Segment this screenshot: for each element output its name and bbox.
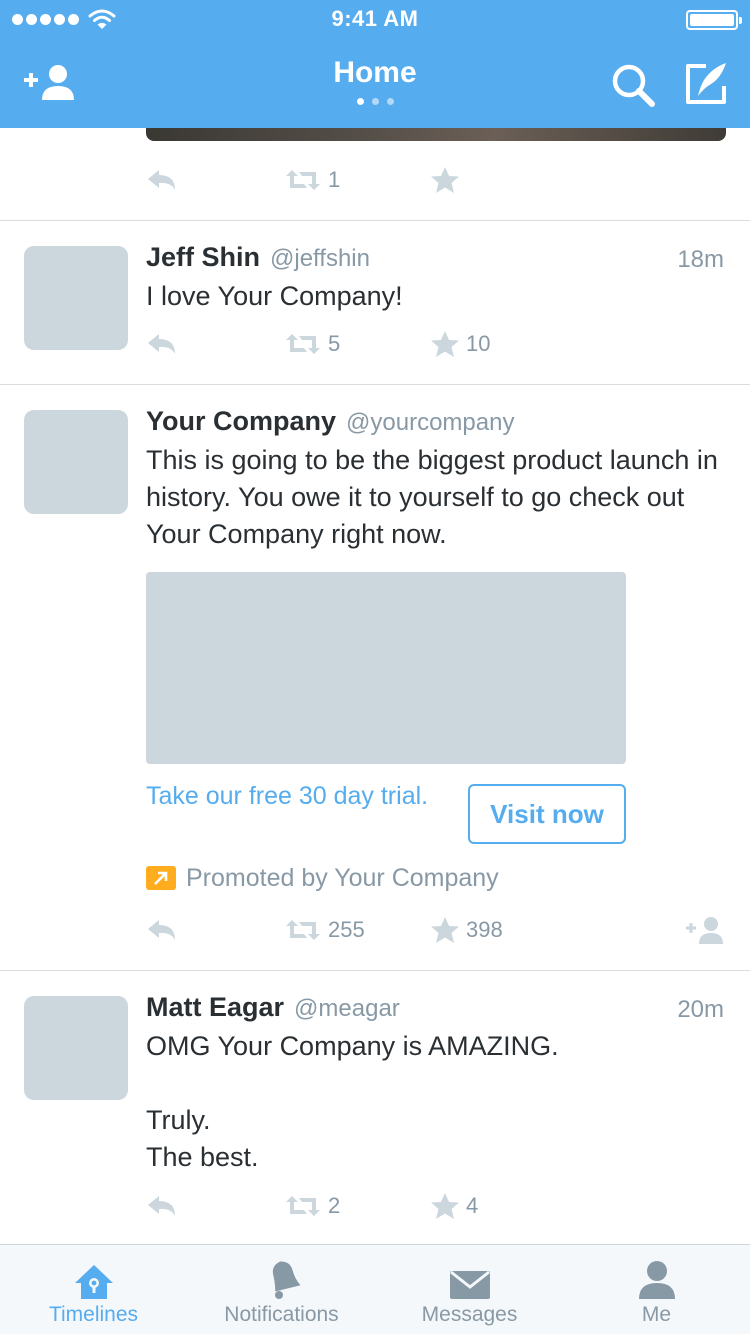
retweet-icon bbox=[286, 920, 320, 940]
card-image[interactable] bbox=[146, 572, 626, 764]
tab-bar: Timelines Notifications Messages Me bbox=[0, 1244, 750, 1334]
tweet-actions: 1 bbox=[146, 163, 726, 197]
search-icon[interactable] bbox=[610, 62, 656, 108]
retweet-icon bbox=[286, 1196, 320, 1216]
divider bbox=[0, 384, 750, 385]
reply-icon bbox=[148, 1196, 175, 1216]
tab-notifications[interactable]: Notifications bbox=[188, 1245, 375, 1334]
page-dot bbox=[386, 98, 394, 105]
favorite-count: 4 bbox=[466, 1193, 479, 1218]
favorite-count: 10 bbox=[466, 331, 491, 356]
status-bar: 9:41 AM bbox=[0, 0, 750, 40]
reply-button[interactable] bbox=[146, 327, 178, 361]
user-name[interactable]: Matt Eagar bbox=[146, 992, 284, 1023]
timeline[interactable]: 1 Jeff Shin @jeffshin 18m I love Your Co… bbox=[0, 128, 750, 1244]
tweet-text: OMG Your Company is AMAZING. Truly. The … bbox=[146, 1031, 559, 1172]
retweet-icon bbox=[286, 170, 320, 190]
divider bbox=[0, 970, 750, 971]
retweet-count: 2 bbox=[328, 1193, 341, 1218]
user-handle[interactable]: @yourcompany bbox=[346, 409, 514, 437]
bell-icon bbox=[272, 1261, 300, 1299]
reply-icon bbox=[148, 170, 175, 190]
star-icon bbox=[431, 167, 459, 193]
retweet-count: 5 bbox=[328, 331, 341, 356]
visit-now-button[interactable]: Visit now bbox=[468, 784, 626, 844]
page-dot bbox=[356, 98, 364, 105]
retweet-button[interactable]: 1 bbox=[284, 163, 340, 197]
navigation-header: 9:41 AM Home bbox=[0, 0, 750, 128]
tab-label: Me bbox=[641, 1303, 672, 1326]
compose-icon[interactable] bbox=[684, 60, 730, 106]
card-cta-text[interactable]: Take our free 30 day trial. bbox=[146, 780, 446, 813]
tab-timelines[interactable]: Timelines bbox=[0, 1245, 187, 1334]
user-handle[interactable]: @jeffshin bbox=[270, 245, 370, 273]
promoted-text: Promoted by Your Company bbox=[186, 863, 499, 892]
favorite-count: 398 bbox=[466, 917, 503, 942]
tab-messages[interactable]: Messages bbox=[376, 1245, 563, 1334]
promoted-arrow-icon bbox=[146, 866, 176, 890]
profile-icon bbox=[638, 1261, 675, 1299]
favorite-button[interactable]: 10 bbox=[430, 327, 490, 361]
tweet-header: Jeff Shin @jeffshin bbox=[146, 242, 370, 276]
tweet-media[interactable] bbox=[146, 128, 726, 141]
reply-icon bbox=[148, 334, 175, 354]
tweet-header: Matt Eagar @meagar bbox=[146, 992, 400, 1026]
tweet-header: Your Company @yourcompany bbox=[146, 406, 514, 440]
follow-button[interactable] bbox=[684, 913, 726, 947]
avatar[interactable] bbox=[24, 410, 128, 514]
retweet-count: 255 bbox=[328, 917, 365, 942]
tweet-text: I love Your Company! bbox=[146, 281, 403, 311]
tab-label: Messages bbox=[421, 1303, 518, 1326]
user-handle[interactable]: @meagar bbox=[294, 995, 400, 1023]
follow-icon bbox=[686, 917, 723, 944]
retweet-button[interactable]: 2 bbox=[284, 1189, 340, 1223]
status-time: 9:41 AM bbox=[331, 6, 419, 31]
star-icon bbox=[431, 917, 459, 943]
tweet-actions: 2 4 bbox=[146, 1189, 726, 1223]
tweet-actions: 255 398 bbox=[146, 913, 726, 947]
favorite-button[interactable]: 398 bbox=[430, 913, 503, 947]
tweet-timestamp: 20m bbox=[677, 996, 724, 1023]
tweet-actions: 5 10 bbox=[146, 327, 726, 361]
page-dot bbox=[371, 98, 379, 105]
tab-label: Notifications bbox=[224, 1303, 339, 1326]
battery-icon bbox=[686, 10, 742, 30]
retweet-button[interactable]: 5 bbox=[284, 327, 340, 361]
reply-button[interactable] bbox=[146, 1189, 178, 1223]
reply-icon bbox=[148, 920, 175, 940]
tweet-timestamp: 18m bbox=[677, 246, 724, 273]
favorite-button[interactable]: 4 bbox=[430, 1189, 478, 1223]
reply-button[interactable] bbox=[146, 913, 178, 947]
avatar[interactable] bbox=[24, 246, 128, 350]
tweet-text: This is going to be the biggest product … bbox=[146, 445, 718, 549]
divider bbox=[0, 220, 750, 221]
favorite-button[interactable] bbox=[430, 163, 466, 197]
user-name[interactable]: Your Company bbox=[146, 406, 336, 437]
user-name[interactable]: Jeff Shin bbox=[146, 242, 260, 273]
envelope-icon bbox=[449, 1270, 490, 1299]
retweet-count: 1 bbox=[328, 167, 341, 192]
home-icon bbox=[74, 1265, 113, 1299]
tab-me[interactable]: Me bbox=[563, 1245, 750, 1334]
retweet-button[interactable]: 255 bbox=[284, 913, 365, 947]
tab-label: Timelines bbox=[48, 1303, 139, 1326]
star-icon bbox=[431, 331, 459, 357]
star-icon bbox=[431, 1193, 459, 1219]
avatar[interactable] bbox=[24, 996, 128, 1100]
reply-button[interactable] bbox=[146, 163, 178, 197]
promoted-label: Promoted by Your Company bbox=[146, 862, 499, 894]
retweet-icon bbox=[286, 334, 320, 354]
